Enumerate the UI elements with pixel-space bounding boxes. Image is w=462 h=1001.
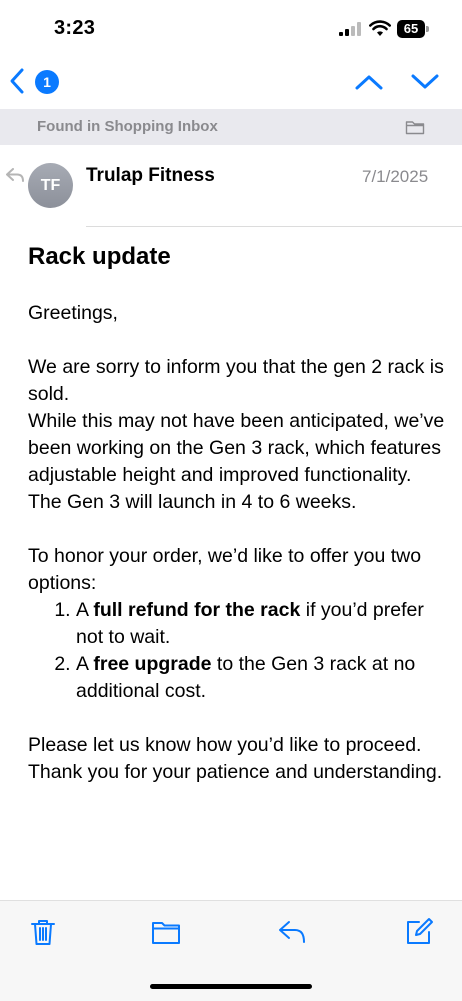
battery-level: 65 — [397, 20, 425, 38]
sender-name[interactable]: Trulap Fitness — [86, 165, 215, 187]
divider — [86, 226, 462, 227]
list-item: A free upgrade to the Gen 3 rack at no a… — [76, 651, 448, 705]
replied-indicator-icon — [6, 168, 24, 182]
folder-icon[interactable] — [151, 917, 181, 947]
reply-icon[interactable] — [277, 917, 307, 947]
home-indicator — [150, 984, 312, 989]
compose-icon[interactable] — [404, 917, 434, 947]
options-list: A full refund for the rack if you’d pref… — [28, 597, 448, 705]
message-subject: Rack update — [28, 243, 171, 270]
avatar[interactable]: TF — [28, 163, 73, 208]
paragraph-2: To honor your order, we’d like to offer … — [28, 545, 422, 594]
banner-text: Found in Shopping Inbox — [37, 118, 218, 135]
signal-icon — [339, 22, 361, 36]
back-chevron-icon[interactable] — [6, 66, 28, 96]
closing-line-1: Please let us know how you’d like to pro… — [28, 734, 422, 756]
folder-icon[interactable] — [405, 119, 425, 135]
trash-icon[interactable] — [28, 917, 58, 947]
greeting: Greetings, — [28, 302, 118, 324]
up-chevron-icon[interactable] — [354, 72, 384, 92]
list-item: A full refund for the rack if you’d pref… — [76, 597, 448, 651]
paragraph-1-line-1: We are sorry to inform you that the gen … — [28, 356, 444, 405]
battery-icon: 65 — [397, 20, 431, 38]
closing-line-2: Thank you for your patience and understa… — [28, 761, 443, 783]
paragraph-1-line-2: While this may not have been anticipated… — [28, 410, 445, 513]
message-body: Greetings, We are sorry to inform you th… — [28, 300, 448, 786]
unread-count-badge[interactable]: 1 — [35, 70, 59, 94]
status-time: 3:23 — [54, 17, 96, 39]
down-chevron-icon[interactable] — [410, 72, 440, 92]
wifi-icon — [369, 20, 391, 36]
message-date: 7/1/2025 — [362, 167, 429, 186]
